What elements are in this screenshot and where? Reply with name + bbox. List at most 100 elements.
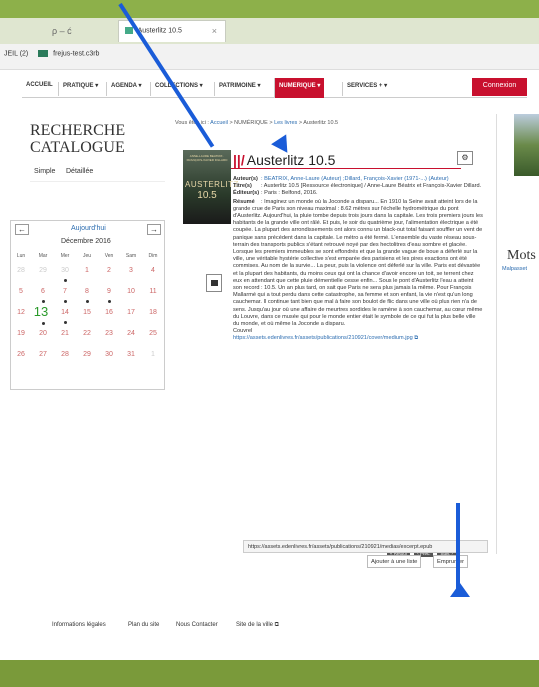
day-header: Sam: [125, 253, 137, 259]
calendar-day[interactable]: 8: [79, 288, 95, 295]
malpasset-link[interactable]: Malpasset: [502, 266, 527, 272]
calendar-day[interactable]: 26: [13, 351, 29, 358]
calendar-day[interactable]: 29: [79, 351, 95, 358]
right-column-photo[interactable]: [514, 114, 539, 176]
calendar-header-row: Lun Mar Mer Jeu Ven Sam Dim: [11, 251, 158, 263]
event-dot: [64, 279, 67, 282]
breadcrumb-accueil[interactable]: Accueil: [210, 120, 228, 126]
record-metadata: Auteur(s): BEATRIX, Anne-Laure (Auteur) …: [233, 176, 483, 343]
calendar-day[interactable]: 22: [79, 330, 95, 337]
external-link-icon[interactable]: ⧉: [414, 335, 418, 341]
calendar-next-button[interactable]: →: [147, 224, 161, 235]
tab-close-icon[interactable]: ×: [212, 26, 217, 36]
calendar-day[interactable]: 18: [145, 309, 161, 316]
calendar-day[interactable]: 10: [123, 288, 139, 295]
calendar-day[interactable]: 17: [123, 309, 139, 316]
footer-link-contact[interactable]: Nous Contacter: [176, 622, 218, 628]
calendar-week: 12 13 14 15 16 17 18: [11, 304, 157, 326]
calendar-day[interactable]: 16: [101, 309, 117, 316]
page-footer: Informations légales Plan du site Nous C…: [0, 610, 539, 640]
calendar-week: 26 27 28 29 30 31 1: [11, 347, 155, 368]
day-header: Mer: [60, 253, 70, 259]
calendar-day[interactable]: 28: [57, 351, 73, 358]
annotation-arrowhead-bottom: [450, 583, 470, 597]
calendar-day[interactable]: 14: [57, 309, 73, 316]
cover-link[interactable]: https://assets.edenlivres.fr/assets/publ…: [233, 335, 413, 341]
day-header: Mar: [38, 253, 48, 259]
calendar-day[interactable]: 31: [123, 351, 139, 358]
calendar-day[interactable]: 1: [145, 351, 161, 358]
calendar-day[interactable]: 24: [123, 330, 139, 337]
calendar-day[interactable]: 15: [79, 309, 95, 316]
nav-accueil[interactable]: ACCUEIL: [22, 82, 53, 96]
calendar-day[interactable]: 23: [101, 330, 117, 337]
emprunter-button[interactable]: Emprunter: [433, 555, 469, 568]
favorite-site-link[interactable]: frejus-test.c3rb: [53, 50, 99, 57]
calendar-day[interactable]: 9: [101, 288, 117, 295]
settings-button[interactable]: ⚙: [457, 151, 473, 165]
book-cover[interactable]: ANNE-LAURE BEATRIX · FRANÇOIS-XAVIER DIL…: [183, 150, 239, 224]
cover-title: AUSTERLITZ: [185, 180, 239, 189]
tab-title: Austerlitz 10.5: [137, 27, 182, 35]
calendar-day[interactable]: 20: [35, 330, 51, 337]
bottom-strip: [0, 660, 539, 687]
sidebar-title-line1: RECHERCHE: [30, 122, 126, 139]
favorites-prefix[interactable]: JEIL (2): [4, 50, 28, 57]
breadcrumb-livres[interactable]: Les livres: [274, 120, 297, 126]
calendar-day[interactable]: 11: [145, 288, 161, 295]
calendar-day[interactable]: 19: [13, 330, 29, 337]
footer-link-legal[interactable]: Informations légales: [52, 622, 106, 628]
tab-detaillee[interactable]: Détaillée: [66, 168, 93, 175]
calendar-day[interactable]: 5: [13, 288, 29, 295]
nav-agenda[interactable]: AGENDA ▾: [106, 82, 141, 96]
meta-value-titre: : Austerlitz 10.5 [Ressource électroniqu…: [261, 183, 482, 190]
day-header: Ven: [104, 253, 114, 259]
day-header: Dim: [148, 253, 158, 259]
meta-row-resume: Résumé: Imaginez un monde où la Joconde …: [233, 199, 483, 329]
nav-pratique[interactable]: PRATIQUE ▾: [58, 82, 98, 96]
calendar-day-today[interactable]: 13: [33, 304, 49, 319]
day-header: Lun: [16, 253, 26, 259]
record-detail: Vous êtes ici : Accueil > NUMÉRIQUE > Le…: [175, 70, 500, 590]
calendar-day[interactable]: 2: [101, 267, 117, 274]
calendar-prev-button[interactable]: ←: [15, 224, 29, 235]
calendar-today-link[interactable]: Aujourd'hui: [71, 225, 106, 232]
calendar-day[interactable]: 12: [13, 309, 29, 316]
sidebar-title-line2: CATALOGUE: [30, 139, 125, 156]
calendar-day[interactable]: 28: [13, 267, 29, 274]
calendar-grid: Lun Mar Mer Jeu Ven Sam Dim 28 29 30 1 2…: [11, 251, 158, 368]
meta-label-editeur: Éditeur(s): [233, 190, 260, 197]
calendar-day[interactable]: 21: [57, 330, 73, 337]
calendar-day[interactable]: 1: [79, 267, 95, 274]
browser-tab-bar: [0, 18, 539, 44]
meta-row-editeur: Éditeur(s): Paris : Belfond, 2016.: [233, 190, 483, 197]
excerpt-url-box[interactable]: https://assets.edenlivres.fr/assets/publ…: [243, 540, 488, 553]
calendar-day[interactable]: 27: [35, 351, 51, 358]
search-tabs: Simple Détaillée: [30, 162, 165, 182]
footer-link-sitemap[interactable]: Plan du site: [128, 622, 159, 628]
calendar-day[interactable]: 29: [35, 267, 51, 274]
meta-row-auteurs: Auteur(s): BEATRIX, Anne-Laure (Auteur) …: [233, 176, 483, 183]
calendar-header: ← Aujourd'hui → Décembre 2016: [11, 221, 161, 249]
calendar-day[interactable]: 30: [57, 267, 73, 274]
calendar-day[interactable]: 3: [123, 267, 139, 274]
breadcrumb-numerique[interactable]: > NUMÉRIQUE >: [229, 120, 272, 126]
footer-link-city[interactable]: Site de la ville ⧉: [236, 622, 279, 629]
calendar-day[interactable]: 4: [145, 267, 161, 274]
right-column-divider: [496, 114, 497, 554]
meta-value-auteurs[interactable]: : BEATRIX, Anne-Laure (Auteur) ;Dillard,…: [261, 176, 449, 182]
add-to-list-button[interactable]: Ajouter à une liste: [367, 555, 422, 568]
meta-row-couv-link: https://assets.edenlivres.fr/assets/publ…: [233, 335, 483, 342]
mots-heading: Mots: [507, 248, 536, 263]
title-underline: [231, 168, 461, 169]
tab-simple[interactable]: Simple: [34, 168, 55, 175]
calendar-day[interactable]: 6: [35, 288, 51, 295]
calendar-day[interactable]: 30: [101, 351, 117, 358]
calendar-day[interactable]: 25: [145, 330, 161, 337]
meta-value-editeur: : Paris : Belfond, 2016.: [261, 190, 318, 197]
tab-favicon-icon: [125, 27, 133, 34]
calendar-day[interactable]: 7: [57, 288, 73, 295]
cover-author: ANNE-LAURE BEATRIX · FRANÇOIS-XAVIER DIL…: [186, 154, 228, 162]
address-controls[interactable]: ρ – ć: [52, 26, 72, 36]
search-sidebar: RECHERCHE CATALOGUE Simple Détaillée: [30, 122, 165, 182]
